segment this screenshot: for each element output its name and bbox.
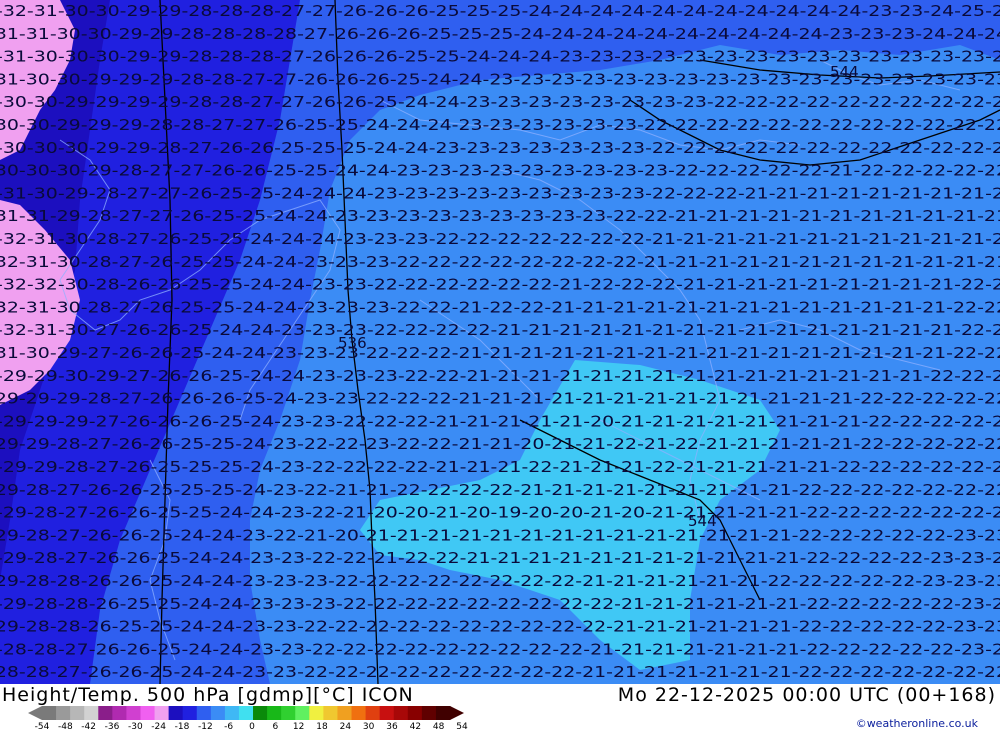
- color-scale-labels: -54 -48 -42 -36 -30 -24 -18 -12 -6 0 6 12 18 24 30 36 42…: [34, 722, 474, 733]
- scale-swatch: [337, 706, 353, 720]
- scale-tick-label: 6: [272, 722, 279, 732]
- scale-swatch: [84, 706, 99, 720]
- scale-tick-label: -30: [127, 722, 143, 732]
- scale-swatch: [196, 706, 212, 720]
- scale-tick-label: 0: [249, 722, 255, 732]
- isotherm-label-row: -32-31-30-28-27-26-25-25-24-24-23-23-23-…: [0, 253, 1000, 271]
- scale-swatch: [168, 706, 184, 720]
- scale-swatch: [365, 706, 381, 720]
- scale-swatch: [407, 706, 423, 720]
- isotherm-label-row: -31-30-30-29-29-29-28-28-27-27-26-26-26-…: [0, 70, 1000, 88]
- scale-tick-label: -48: [57, 722, 73, 732]
- scale-tick-label: -6: [224, 722, 234, 732]
- scale-tick-label: -18: [174, 722, 190, 732]
- isotherm-label-row: -31-30-30-30-29-29-28-28-28-27-26-26-26-…: [0, 48, 1000, 66]
- isotherm-label-row: -29-28-27-26-26-25-24-24-23-23-22-22-21-…: [0, 549, 1000, 567]
- scale-swatch: [421, 706, 437, 720]
- scale-swatch: [295, 706, 310, 720]
- scale-swatch: [182, 706, 198, 720]
- isotherm-label-row: -29-28-28-26-25-25-24-24-23-23-23-22-22-…: [0, 595, 1000, 613]
- scale-tick-label: 42: [409, 722, 422, 732]
- scale-swatch: [56, 706, 71, 720]
- isotherm-label-row: -31-30-29-27-26-26-25-24-24-23-23-23-22-…: [0, 344, 1000, 362]
- isotherm-label-row: -30-30-29-29-29-28-28-27-27-26-25-25-24-…: [0, 116, 1000, 134]
- isotherm-label-row: -29-29-29-27-26-26-26-25-24-23-23-22-22-…: [0, 412, 1000, 430]
- valid-time: Mo 22-12-2025 00:00 UTC (00+168): [617, 684, 996, 706]
- scale-swatch: [238, 706, 254, 720]
- isotherm-label-row: -32-31-30-28-27-26-25-25-24-24-24-23-23-…: [0, 230, 1000, 248]
- isotherm-label-row: -32-31-30-30-29-29-28-28-28-27-27-26-26-…: [0, 2, 1000, 20]
- isotherm-label-row: -29-29-28-27-26-25-25-25-24-23-22-22-22-…: [0, 458, 1000, 476]
- scale-swatch: [267, 706, 282, 720]
- weather-map[interactable]: 544 536 544 -32-31-30-30-29-29-28-28-28-…: [0, 0, 1000, 684]
- scale-swatch: [309, 706, 324, 720]
- scale-swatch: [281, 706, 296, 720]
- isotherm-label-row: -32-31-30-27-26-26-25-24-24-23-23-23-22-…: [0, 321, 1000, 339]
- scale-tick-label: -36: [104, 722, 120, 732]
- scale-tick-label: 18: [316, 722, 328, 732]
- scale-tick-label: 30: [362, 722, 375, 732]
- isotherm-label-row: -28-28-27-26-26-25-24-24-23-23-22-22-22-…: [0, 640, 1000, 658]
- scale-swatch: [70, 706, 85, 720]
- scale-arrow-right: [450, 706, 464, 720]
- isotherm-label-row: -32-32-30-28-26-26-25-25-24-24-23-23-22-…: [0, 276, 1000, 294]
- isotherm-label-row: -29-28-27-26-26-25-25-25-24-23-22-21-21-…: [0, 481, 1000, 499]
- isotherm-label-row: -29-28-28-26-26-25-24-24-23-23-23-22-22-…: [0, 572, 1000, 590]
- isotherm-label-row: -32-31-30-28-27-26-25-25-24-24-23-23-23-…: [0, 298, 1000, 316]
- isotherm-label-row: -29-29-29-28-27-26-26-26-25-24-23-23-22-…: [0, 390, 1000, 408]
- isotherm-label-row: -31-30-29-28-27-27-26-25-25-24-24-24-23-…: [0, 184, 1000, 202]
- scale-swatch: [224, 706, 240, 720]
- bottom-info-bar: Height/Temp. 500 hPa [gdmp][°C] ICON Mo …: [0, 684, 1000, 733]
- scale-tick-label: 12: [292, 722, 305, 732]
- map-canvas: 544 536 544 -32-31-30-30-29-29-28-28-28-…: [0, 0, 1000, 684]
- isotherm-label-row: -30-30-30-29-29-28-27-26-26-25-25-25-24-…: [0, 139, 1000, 157]
- scale-swatch: [98, 706, 113, 720]
- scale-tick-label: 36: [386, 722, 398, 732]
- scale-tick-label: 24: [339, 722, 352, 732]
- scale-swatch: [435, 706, 451, 720]
- scale-swatch: [154, 706, 170, 720]
- scale-tick-label: -42: [81, 722, 97, 732]
- scale-swatch: [112, 706, 127, 720]
- isotherm-label-row: -30-30-29-29-29-29-28-28-27-27-26-26-25-…: [0, 93, 1000, 111]
- isotherm-label-row: -30-30-30-29-28-27-27-26-26-25-25-24-24-…: [0, 162, 1000, 180]
- credit-link[interactable]: ©weatheronline.co.uk: [856, 717, 978, 730]
- scale-tick-label: -24: [151, 722, 167, 732]
- scale-tick-label: -12: [197, 722, 213, 732]
- color-scale-bar: [28, 706, 464, 720]
- scale-tick-label: -54: [34, 722, 50, 732]
- isotherm-label-row: -29-28-27-26-26-25-24-24-23-22-21-20-21-…: [0, 526, 1000, 544]
- isotherm-label-row: -29-29-28-27-26-26-25-25-24-23-22-22-23-…: [0, 435, 1000, 453]
- scale-arrow-left: [28, 706, 42, 720]
- scale-tick-label: 54: [456, 722, 468, 732]
- scale-swatch: [253, 706, 268, 720]
- scale-swatch: [379, 706, 395, 720]
- isotherm-label-row: -31-31-30-30-29-29-28-28-28-28-27-26-26-…: [0, 25, 1000, 43]
- scale-swatch: [140, 706, 156, 720]
- isotherm-label-row: -28-28-27-26-26-25-24-24-23-23-22-22-22-…: [0, 663, 1000, 681]
- scale-swatch: [323, 706, 338, 720]
- scale-tick-label: 48: [432, 722, 445, 732]
- map-title: Height/Temp. 500 hPa [gdmp][°C] ICON: [2, 684, 414, 706]
- scale-swatch: [210, 706, 226, 720]
- scale-swatch: [42, 706, 57, 720]
- scale-swatch: [393, 706, 409, 720]
- scale-swatch: [126, 706, 141, 720]
- isotherm-label-row: -29-28-27-26-26-25-25-24-24-23-22-21-20-…: [0, 504, 1000, 522]
- isotherm-label-row: -29-29-30-29-27-26-26-25-24-24-23-23-23-…: [0, 367, 1000, 385]
- isotherm-label-row: -29-28-28-26-25-25-24-24-23-23-22-22-22-…: [0, 618, 1000, 636]
- scale-swatch: [351, 706, 367, 720]
- isotherm-label-row: -31-31-29-28-27-27-26-25-25-24-24-23-23-…: [0, 207, 1000, 225]
